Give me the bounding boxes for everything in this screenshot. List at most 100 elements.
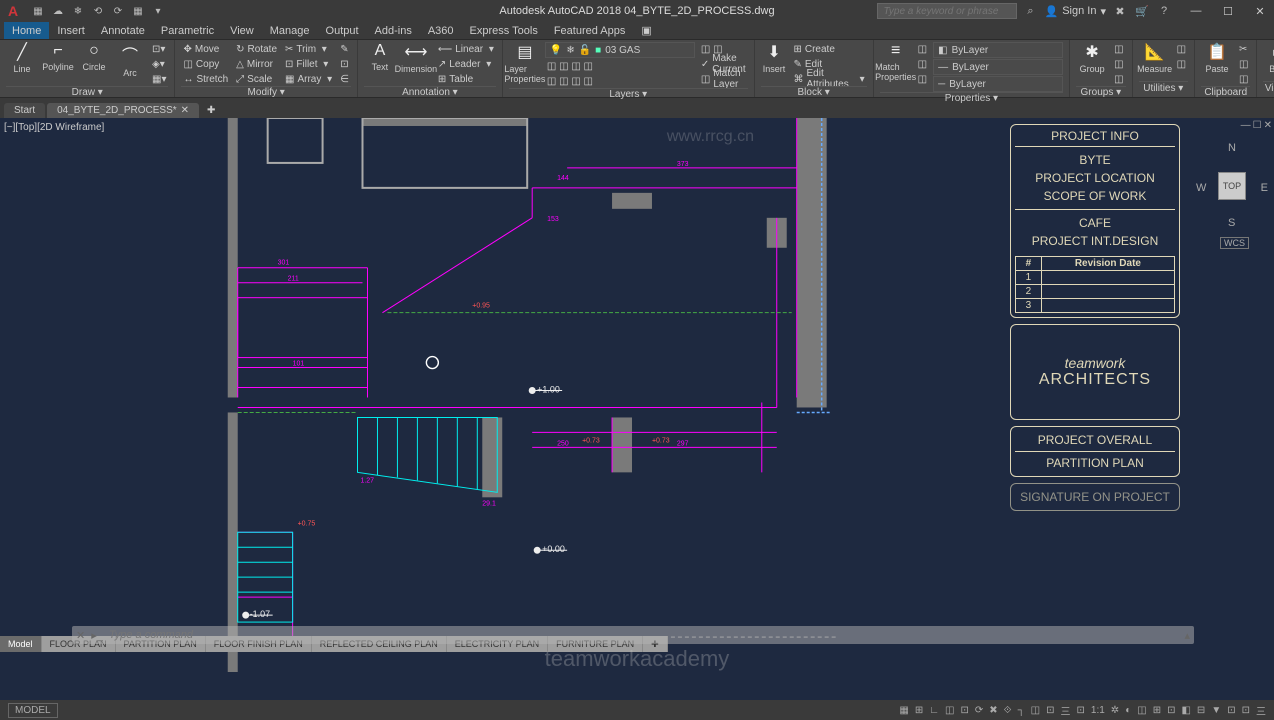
panel-modify-label[interactable]: Modify ▾ — [181, 86, 350, 98]
viewcube-wcs[interactable]: WCS — [1220, 237, 1249, 249]
tab-express[interactable]: Express Tools — [462, 22, 546, 39]
cart-icon[interactable]: 🛒 — [1134, 3, 1150, 19]
close-tab-icon[interactable]: ✕ — [181, 105, 189, 116]
line-button[interactable]: ╱Line — [6, 42, 38, 74]
status-lwt-icon[interactable]: ⟐ — [1004, 705, 1012, 716]
status-dynucs-icon[interactable]: 三 — [1061, 703, 1071, 718]
status-osnap-icon[interactable]: ✖ — [989, 705, 997, 716]
draw-mini-1[interactable]: ⊡▾ — [150, 42, 168, 56]
status-polar-icon[interactable]: ◫ — [945, 705, 954, 716]
viewcube-top[interactable]: TOP — [1218, 172, 1246, 200]
status-cycling-icon[interactable]: ◫ — [1031, 705, 1040, 716]
copy-button[interactable]: ◫Copy — [181, 57, 230, 71]
polyline-button[interactable]: ⌐Polyline — [42, 42, 74, 72]
linetype-dropdown[interactable]: ─ByLayer — [933, 76, 1063, 92]
fillet-button[interactable]: ⊡Fillet ▾ — [283, 57, 334, 71]
status-monitor-icon[interactable]: ⊞ — [1153, 705, 1161, 716]
draw-mini-2[interactable]: ◈▾ — [150, 57, 168, 71]
search-input[interactable] — [877, 3, 1017, 19]
rotate-button[interactable]: ↻Rotate — [234, 42, 279, 56]
tab-a360[interactable]: A360 — [420, 22, 462, 39]
help-icon[interactable]: ? — [1156, 3, 1172, 19]
exchange-icon[interactable]: ✖ — [1112, 3, 1128, 19]
panel-groups-label[interactable]: Groups ▾ — [1076, 86, 1125, 98]
status-workspace-icon[interactable]: ◫ — [1137, 705, 1146, 716]
viewcube-north[interactable]: N — [1228, 142, 1236, 154]
tab-focus[interactable]: ▣ — [633, 22, 659, 39]
layer-mini-1[interactable]: ◫ ◫ ◫ ◫ — [545, 59, 695, 73]
prop-mini-1[interactable]: ◫ — [916, 42, 929, 56]
viewcube-south[interactable]: S — [1228, 217, 1235, 229]
match-layer-button[interactable]: ◫Match Layer — [699, 72, 748, 86]
status-grid-icon[interactable]: ▦ — [899, 705, 908, 716]
panel-properties-label[interactable]: Properties ▾ — [880, 92, 1063, 104]
base-button[interactable]: ▭Base — [1263, 42, 1274, 74]
util-mini-1[interactable]: ◫ — [1175, 42, 1188, 56]
prop-mini-3[interactable]: ◫ — [916, 72, 929, 86]
qat-open-icon[interactable]: ☁ — [50, 3, 66, 19]
status-clean-icon[interactable]: ⊡ — [1242, 705, 1250, 716]
util-mini-2[interactable]: ◫ — [1175, 57, 1188, 71]
tab-parametric[interactable]: Parametric — [153, 22, 222, 39]
status-otrack-icon[interactable]: ⟳ — [975, 705, 983, 716]
panel-annotation-label[interactable]: Annotation ▾ — [364, 86, 496, 98]
maximize-button[interactable]: ☐ — [1218, 3, 1238, 19]
qat-undo-icon[interactable]: ⟲ — [90, 3, 106, 19]
command-line[interactable]: ✕ ▸_ ▴ — [72, 626, 1194, 644]
tab-annotate[interactable]: Annotate — [93, 22, 153, 39]
tab-manage[interactable]: Manage — [262, 22, 318, 39]
status-model[interactable]: MODEL — [8, 703, 58, 718]
viewcube-east[interactable]: E — [1261, 182, 1268, 194]
tab-document[interactable]: 04_BYTE_2D_PROCESS*✕ — [47, 103, 199, 118]
scale-button[interactable]: ⤢Scale — [234, 72, 279, 86]
group-mini-2[interactable]: ◫ — [1112, 57, 1125, 71]
status-anno-icon[interactable]: ◐ — [1125, 705, 1131, 716]
status-scale[interactable]: 1:1 — [1091, 705, 1105, 716]
panel-draw-label[interactable]: Draw ▾ — [6, 86, 168, 98]
trim-button[interactable]: ✂Trim ▾ — [283, 42, 334, 56]
viewcube[interactable]: N E S W TOP WCS — [1192, 122, 1272, 242]
drawing-viewport[interactable]: [−][Top][2D Wireframe] — ☐ ✕ — [0, 118, 1274, 672]
panel-utilities-label[interactable]: Utilities ▾ — [1139, 81, 1188, 95]
linear-button[interactable]: ⟵Linear ▾ — [436, 42, 496, 56]
panel-view-label[interactable]: View ▾ — [1263, 81, 1274, 95]
cmd-close-icon[interactable]: ✕ — [76, 629, 85, 642]
dimension-button[interactable]: ⟷Dimension — [400, 42, 432, 74]
measure-button[interactable]: 📐Measure — [1139, 42, 1171, 74]
arc-button[interactable]: ⌒Arc — [114, 42, 146, 78]
viewport-label[interactable]: [−][Top][2D Wireframe] — [4, 122, 104, 133]
tab-view[interactable]: View — [222, 22, 262, 39]
lineweight-dropdown[interactable]: —ByLayer — [933, 59, 1063, 75]
stretch-button[interactable]: ↔Stretch — [181, 72, 230, 86]
modify-mini-2[interactable]: ⊡ — [338, 57, 351, 71]
qat-new-icon[interactable]: ▦ — [30, 3, 46, 19]
tab-featured[interactable]: Featured Apps — [546, 22, 634, 39]
create-block-button[interactable]: ⊞Create — [791, 42, 866, 56]
qat-redo-icon[interactable]: ⟳ — [110, 3, 126, 19]
panel-block-label[interactable]: Block ▾ — [761, 86, 867, 98]
draw-mini-3[interactable]: ▦▾ — [150, 72, 168, 86]
tab-insert[interactable]: Insert — [49, 22, 93, 39]
layer-mini-2[interactable]: ◫ ◫ ◫ ◫ — [545, 74, 695, 88]
move-button[interactable]: ✥Move — [181, 42, 230, 56]
status-3dosnap-icon[interactable]: ⊡ — [1046, 705, 1054, 716]
app-logo[interactable]: A — [4, 2, 22, 20]
command-input[interactable] — [109, 629, 1179, 641]
layer-properties-button[interactable]: ▤Layer Properties — [509, 42, 541, 84]
status-isolate-icon[interactable]: ▼ — [1211, 705, 1221, 716]
status-units-icon[interactable]: ⊡ — [1167, 705, 1175, 716]
edit-attributes-button[interactable]: ⌘Edit Attributes ▾ — [791, 72, 866, 86]
tab-addins[interactable]: Add-ins — [367, 22, 420, 39]
text-button[interactable]: AText — [364, 42, 396, 72]
leader-button[interactable]: ↗Leader ▾ — [436, 57, 496, 71]
viewcube-west[interactable]: W — [1196, 182, 1206, 194]
modify-mini-1[interactable]: ✎ — [338, 42, 351, 56]
status-snap-icon[interactable]: ⊞ — [915, 705, 923, 716]
status-lock-icon[interactable]: ⊟ — [1197, 705, 1205, 716]
match-properties-button[interactable]: ≡Match Properties — [880, 42, 912, 82]
color-dropdown[interactable]: ◧ByLayer — [933, 42, 1063, 58]
search-icon[interactable]: ⌕ — [1023, 3, 1039, 19]
group-mini-3[interactable]: ◫ — [1112, 72, 1125, 86]
table-button[interactable]: ⊞Table — [436, 72, 496, 86]
cb-mini-2[interactable]: ◫ — [1237, 57, 1250, 71]
